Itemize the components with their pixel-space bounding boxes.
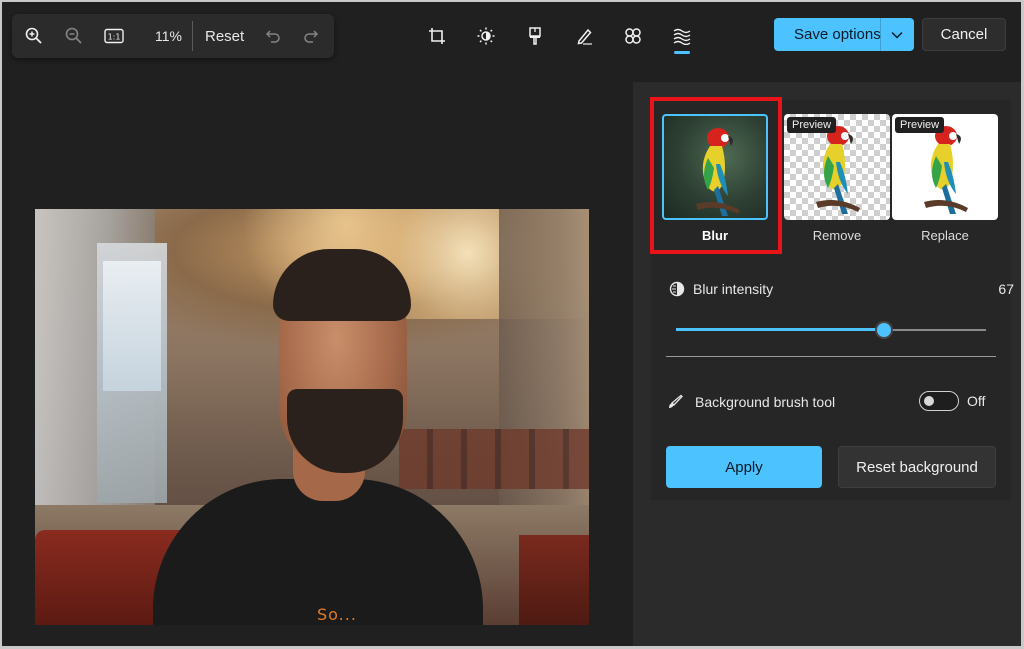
parrot-image	[924, 126, 968, 214]
replace-thumbnail: Preview	[892, 114, 998, 220]
zoom-out-button[interactable]	[54, 14, 94, 58]
toggle-knob	[924, 396, 934, 406]
actual-size-button[interactable]: 1:1	[94, 14, 134, 58]
slider-fill	[676, 328, 884, 331]
split-button-divider	[880, 18, 881, 51]
toolbar-divider	[192, 21, 193, 51]
undo-icon	[266, 30, 280, 43]
chevron-down-icon[interactable]	[890, 28, 904, 42]
apply-button[interactable]: Apply	[666, 446, 822, 488]
zoom-out-icon	[65, 27, 82, 44]
save-options-button[interactable]: Save options	[774, 18, 914, 51]
markup-tool-tab[interactable]	[559, 16, 608, 56]
redo-icon	[304, 30, 319, 43]
background-panel: Blur Preview Remove Preview Replace Blur…	[633, 82, 1021, 646]
background-icon	[673, 28, 690, 45]
photo-chairs	[399, 429, 589, 489]
background-tool-tab[interactable]	[657, 16, 706, 56]
shirt-print: So...	[317, 605, 357, 624]
brightness-icon	[477, 27, 494, 45]
zoom-toolbar: 1:1 11% Reset	[12, 14, 334, 58]
zoom-in-button[interactable]	[14, 14, 54, 58]
blur-intensity-value: 67	[998, 281, 1014, 297]
replace-preset[interactable]: Preview Replace	[892, 100, 998, 243]
blur-intensity-slider[interactable]	[676, 322, 986, 338]
adjustment-tool-tab[interactable]	[461, 16, 510, 56]
remove-preset-label: Remove	[812, 228, 862, 243]
crop-icon	[428, 28, 445, 44]
preview-badge: Preview	[895, 117, 945, 133]
zoom-in-icon	[25, 27, 42, 44]
parrot-image	[696, 128, 740, 216]
actual-size-icon: 1:1	[104, 28, 124, 44]
reset-background-button[interactable]: Reset background	[838, 446, 996, 488]
brush-icon	[669, 394, 683, 408]
blur-thumbnail	[662, 114, 768, 220]
crop-tool-tab[interactable]	[412, 16, 461, 56]
blur-intensity-icon	[669, 281, 685, 297]
photo-editor-window: 1:1 11% Reset Save options Cancel So... …	[2, 2, 1021, 646]
parrot-image	[816, 126, 860, 214]
blur-preset[interactable]: Blur	[662, 100, 768, 243]
background-options-card: Blur Preview Remove Preview Replace Blur…	[651, 100, 1014, 500]
save-options-label: Save options	[794, 26, 881, 43]
undo-button[interactable]	[254, 14, 292, 58]
photo-canvas[interactable]: So...	[35, 209, 589, 625]
markup-icon	[577, 28, 592, 45]
slider-thumb[interactable]	[877, 323, 891, 337]
zoom-percentage: 11%	[155, 28, 182, 44]
preview-badge: Preview	[787, 117, 837, 133]
replace-preset-label: Replace	[921, 228, 969, 243]
filter-tool-tab[interactable]	[510, 16, 559, 56]
filter-icon	[528, 27, 541, 45]
toggle-state-label: Off	[967, 393, 986, 409]
blur-preset-label: Blur	[702, 228, 728, 243]
retouch-tool-tab[interactable]	[608, 16, 657, 56]
cancel-button[interactable]: Cancel	[922, 18, 1006, 51]
actual-size-label: 1:1	[108, 33, 121, 42]
photo-chair-right	[519, 535, 589, 625]
background-brush-toggle[interactable]	[919, 391, 959, 411]
background-brush-row: Background brush tool Off	[667, 390, 997, 414]
redo-button[interactable]	[292, 14, 330, 58]
remove-thumbnail: Preview	[784, 114, 890, 220]
blur-intensity-label: Blur intensity	[693, 281, 774, 297]
retouch-icon	[624, 28, 641, 44]
remove-preset[interactable]: Preview Remove	[784, 100, 890, 243]
blur-intensity-row: Blur intensity 67	[669, 278, 1014, 300]
photo-kiosk-screen	[103, 261, 161, 391]
reset-zoom-button[interactable]: Reset	[195, 28, 254, 45]
edit-tool-tabs	[412, 16, 706, 60]
panel-divider	[666, 356, 996, 357]
photo-subject-torso	[153, 479, 483, 625]
background-brush-label: Background brush tool	[695, 394, 836, 410]
